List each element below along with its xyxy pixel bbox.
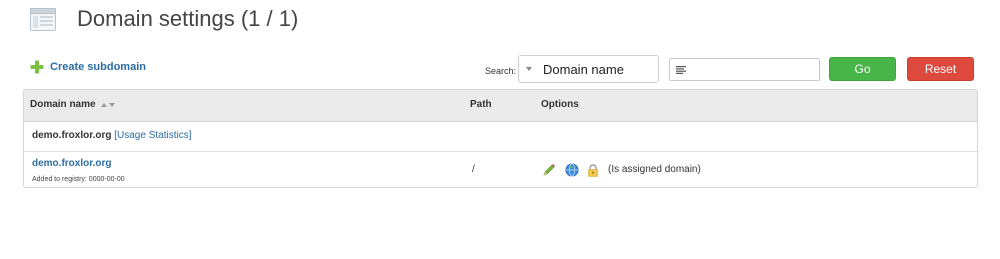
globe-icon[interactable]	[565, 163, 579, 177]
lock-icon[interactable]	[586, 163, 600, 177]
go-button[interactable]: Go	[829, 57, 896, 81]
create-subdomain-link[interactable]: Create subdomain	[30, 60, 146, 74]
usage-statistics-link[interactable]: [Usage Statistics]	[114, 130, 191, 141]
search-field-select[interactable]: Domain name	[518, 55, 659, 83]
edit-pencil-icon[interactable]	[542, 163, 556, 177]
page-window-icon	[30, 8, 56, 31]
table-row: demo.froxlor.org Added to registry: 0000…	[24, 152, 977, 187]
group-row: demo.froxlor.org [Usage Statistics]	[24, 122, 977, 152]
domains-table: Domain name Path Options demo.froxlor.or…	[23, 89, 978, 188]
domain-link[interactable]: demo.froxlor.org	[32, 158, 111, 169]
column-path: Path	[470, 99, 492, 110]
group-domain: demo.froxlor.org	[32, 130, 112, 141]
domain-path: /	[472, 164, 475, 175]
page-title: Domain settings (1 / 1)	[77, 6, 299, 31]
create-subdomain-label: Create subdomain	[50, 61, 146, 73]
group-row-cell: demo.froxlor.org [Usage Statistics]	[32, 130, 192, 141]
column-options: Options	[541, 99, 579, 110]
column-domain-name[interactable]: Domain name	[30, 99, 115, 110]
chevron-down-icon	[526, 67, 532, 71]
sort-up-icon[interactable]	[100, 102, 107, 107]
added-to-registry: Added to registry: 0000-00-00	[32, 176, 125, 183]
reset-button[interactable]: Reset	[907, 57, 974, 81]
sort-down-icon[interactable]	[108, 102, 115, 107]
sort-icon[interactable]	[100, 102, 115, 107]
assigned-domain-note: (Is assigned domain)	[608, 164, 701, 175]
plus-icon	[30, 60, 44, 74]
search-field-value: Domain name	[543, 61, 624, 77]
text-lines-icon	[676, 65, 686, 74]
table-header: Domain name Path Options	[24, 90, 977, 122]
column-domain-name-label: Domain name	[30, 99, 96, 110]
search-input[interactable]	[669, 58, 820, 81]
search-label: Search:	[485, 66, 517, 76]
